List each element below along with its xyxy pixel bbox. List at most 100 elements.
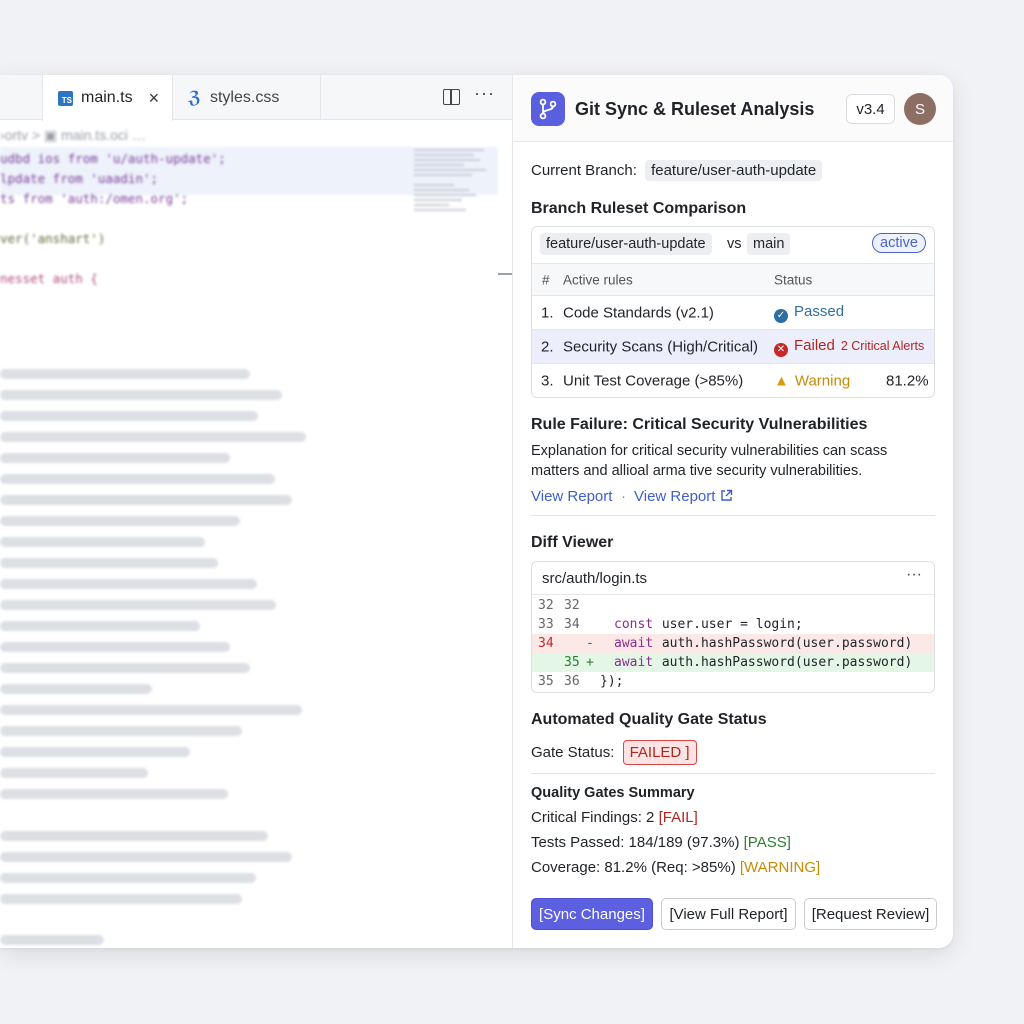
diff-file-name: src/auth/login.ts bbox=[542, 570, 648, 587]
code-line: ts from 'auth:/omen.org'; bbox=[0, 191, 189, 206]
diff-viewer-heading: Diff Viewer bbox=[531, 534, 614, 551]
code-editor: TS main.ts × ℨ styles.css ··· ›ortv > ▣ … bbox=[0, 75, 513, 948]
tab-styles-css[interactable]: ℨ styles.css bbox=[174, 75, 321, 120]
link-separator: · bbox=[621, 488, 626, 505]
gate-status-label: Gate Status: bbox=[531, 744, 615, 761]
summary-coverage: Coverage: 81.2% (Req: >85%) [WARNING] bbox=[531, 859, 820, 876]
tab-label: styles.css bbox=[209, 88, 280, 106]
failure-explanation-line: Explanation for critical security vulner… bbox=[531, 443, 888, 459]
diff-line-removed: 34 - await auth.hashPassword(user.passwo… bbox=[532, 634, 934, 653]
status-badge: active bbox=[872, 233, 926, 253]
table-row[interactable]: 2. Security Scans (High/Critical) ✕ Faile… bbox=[532, 330, 934, 364]
view-report-link[interactable]: View Report bbox=[531, 488, 612, 505]
code-text: auth.hashPassword(user.password) bbox=[654, 655, 913, 670]
old-line-number: 35 bbox=[538, 674, 554, 689]
rule-name: Security Scans (High/Critical) bbox=[563, 338, 759, 355]
code-keyword: await bbox=[614, 655, 654, 670]
branch-b-chip: main bbox=[747, 233, 791, 255]
typescript-icon: TS bbox=[58, 90, 73, 106]
rule-status: ✕ Failed 2 Critical Alerts bbox=[774, 337, 924, 357]
git-sync-panel: Git Sync & Ruleset Analysis v3.4 S Curre… bbox=[514, 75, 953, 948]
critical-alerts-count: 2 Critical Alerts bbox=[840, 338, 925, 353]
panel-title: Git Sync & Ruleset Analysis bbox=[575, 99, 815, 119]
diff-viewer: src/auth/login.ts ··· 32 32 33 34 const … bbox=[531, 561, 935, 693]
quality-gate-heading: Automated Quality Gate Status bbox=[531, 711, 767, 728]
diff-file-header: src/auth/login.ts ··· bbox=[532, 562, 934, 595]
summary-heading: Quality Gates Summary bbox=[531, 785, 695, 801]
fail-tag: [FAIL] bbox=[658, 809, 698, 826]
css-icon: ℨ bbox=[188, 87, 201, 107]
check-circle-icon: ✓ bbox=[774, 308, 788, 323]
rule-num: 1. bbox=[541, 304, 554, 321]
view-report-link-label: View Report bbox=[634, 488, 716, 505]
summary-critical: Critical Findings: 2 [FAIL] bbox=[531, 809, 698, 826]
divider bbox=[531, 515, 935, 516]
code-text: }); bbox=[600, 674, 624, 689]
panel-header: Git Sync & Ruleset Analysis v3.4 S bbox=[514, 75, 953, 142]
rule-num: 2. bbox=[541, 338, 554, 355]
version-badge: v3.4 bbox=[846, 94, 895, 124]
summary-text: Critical Findings: 2 bbox=[531, 809, 655, 826]
current-branch: Current Branch: feature/user-auth-update bbox=[531, 160, 823, 181]
vs-label: vs bbox=[727, 236, 742, 252]
rule-status: ✓ Passed bbox=[774, 303, 844, 323]
ruleset-table: feature/user-auth-update vs main active … bbox=[531, 226, 935, 398]
rule-name: Unit Test Coverage (>85%) bbox=[563, 372, 744, 390]
tab-label: main.ts bbox=[81, 89, 133, 106]
avatar[interactable]: S bbox=[904, 93, 936, 125]
request-review-button[interactable]: [Request Review] bbox=[804, 898, 937, 930]
diff-sign: - bbox=[586, 636, 594, 651]
rule-failure-heading: Rule Failure: Critical Security Vulnerab… bbox=[531, 416, 868, 433]
more-actions-icon[interactable]: ··· bbox=[474, 83, 495, 104]
rule-status-text: Passed bbox=[794, 302, 845, 320]
breadcrumb: ›ortv > ▣ main.ts.oci … bbox=[0, 127, 146, 143]
rule-status-text: Failed bbox=[794, 336, 835, 354]
view-report-external-link[interactable]: View Report bbox=[634, 488, 733, 505]
gate-status-badge: FAILED ] bbox=[622, 740, 697, 765]
current-branch-chip: feature/user-auth-update bbox=[645, 160, 823, 181]
diff-line-added: 35 + await auth.hashPassword(user.passwo… bbox=[532, 653, 934, 672]
summary-tests: Tests Passed: 184/189 (97.3%) [PASS] bbox=[531, 834, 791, 851]
tab-main-ts[interactable]: TS main.ts × bbox=[42, 75, 173, 121]
code-text: user.user = login; bbox=[654, 617, 803, 632]
new-line-number: 35 bbox=[564, 655, 580, 670]
warning-icon: ▲ bbox=[774, 372, 789, 390]
rule-name: Code Standards (v2.1) bbox=[563, 304, 714, 321]
view-full-report-button[interactable]: [View Full Report] bbox=[661, 898, 796, 930]
code-line: nesset auth { bbox=[0, 271, 98, 286]
code-keyword: const bbox=[614, 617, 654, 632]
diff-sign: + bbox=[586, 655, 594, 670]
scrollbar-thumb[interactable] bbox=[498, 273, 512, 275]
code-content[interactable]: ›ortv > ▣ main.ts.oci … udbd ios from 'u… bbox=[0, 121, 498, 948]
code-keyword: await bbox=[614, 636, 654, 651]
col-num: # bbox=[542, 272, 550, 287]
summary-text: Tests Passed: 184/189 (97.3%) bbox=[531, 834, 740, 851]
summary-text: Coverage: 81.2% (Req: >85%) bbox=[531, 859, 736, 876]
table-row[interactable]: 1. Code Standards (v2.1) ✓ Passed bbox=[532, 296, 934, 330]
pass-tag: [PASS] bbox=[743, 834, 791, 851]
branch-a-chip: feature/user-auth-update bbox=[540, 233, 712, 255]
col-status: Status bbox=[774, 272, 813, 287]
more-options-icon[interactable]: ··· bbox=[906, 566, 922, 584]
diff-line: 33 34 const user.user = login; bbox=[532, 615, 934, 634]
minimap[interactable] bbox=[414, 149, 494, 244]
app-window: TS main.ts × ℨ styles.css ··· ›ortv > ▣ … bbox=[0, 75, 953, 948]
rule-status: ▲ Warning bbox=[774, 373, 850, 390]
table-row[interactable]: 3. Unit Test Coverage (>85%) ▲ Warning 81… bbox=[532, 364, 934, 397]
rule-num: 3. bbox=[541, 372, 554, 390]
col-active-rules: Active rules bbox=[563, 272, 633, 287]
rule-status-text: Warning bbox=[794, 372, 851, 390]
coverage-value: 81.2% bbox=[886, 372, 929, 390]
code-line: udbd ios from 'u/auth-update'; bbox=[0, 151, 226, 166]
external-link-icon bbox=[720, 488, 733, 505]
code-line: ver('anshart') bbox=[0, 231, 106, 246]
editor-tab-bar: TS main.ts × ℨ styles.css ··· bbox=[0, 75, 512, 121]
close-icon[interactable]: × bbox=[149, 88, 160, 109]
sync-changes-button[interactable]: [Sync Changes] bbox=[531, 898, 653, 930]
split-editor-icon[interactable] bbox=[443, 89, 460, 105]
diff-line: 32 32 bbox=[532, 596, 934, 615]
old-line-number: 33 bbox=[538, 617, 554, 632]
git-branch-icon bbox=[531, 92, 565, 126]
old-line-number: 34 bbox=[538, 636, 554, 651]
current-branch-label: Current Branch: bbox=[531, 162, 637, 179]
